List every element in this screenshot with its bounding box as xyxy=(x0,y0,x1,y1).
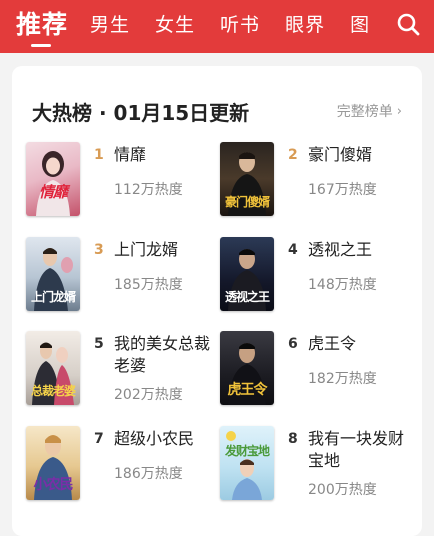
rank-number: 6 xyxy=(288,336,298,352)
book-item[interactable]: 总裁老婆 5 我的美女总裁老婆 202万热度 xyxy=(26,331,216,411)
book-item[interactable]: 豪门傻婿 2 豪门傻婿 167万热度 xyxy=(220,142,410,222)
rank-number: 4 xyxy=(288,242,298,258)
book-cover[interactable]: 上门龙婿 xyxy=(26,237,80,311)
cover-figure-icon xyxy=(226,431,262,500)
book-cover[interactable]: 情靡 xyxy=(26,142,80,216)
heat-count: 148万热度 xyxy=(308,277,377,293)
cover-figure-icon xyxy=(36,151,70,216)
heat-count: 202万热度 xyxy=(114,387,183,403)
heat-count: 186万热度 xyxy=(114,466,183,482)
full-ranking-link[interactable]: 完整榜单 › xyxy=(337,101,402,121)
tab-row: 推荐 男生 女生 听书 眼界 图 xyxy=(16,6,395,40)
ranking-title: 大热榜 · 01月15日更新 xyxy=(32,100,250,125)
heat-count: 200万热度 xyxy=(308,482,377,498)
book-title: 虎王令 xyxy=(308,334,357,353)
rank-number: 5 xyxy=(94,336,104,352)
heat-count: 182万热度 xyxy=(308,371,377,387)
search-button[interactable] xyxy=(392,8,424,40)
heat-count: 185万热度 xyxy=(114,277,183,293)
cover-text: 虎王令 xyxy=(227,382,268,398)
tab-male[interactable]: 男生 xyxy=(90,10,130,37)
rank-number: 3 xyxy=(94,242,104,258)
cover-text: 小农民 xyxy=(33,477,74,493)
book-cover[interactable]: 虎王令 xyxy=(220,331,274,405)
top-nav-bar: 推荐 男生 女生 听书 眼界 图 xyxy=(0,0,434,53)
book-item[interactable]: 情靡 1 情靡 112万热度 xyxy=(26,142,216,222)
tab-horizon[interactable]: 眼界 xyxy=(285,10,325,37)
book-item[interactable]: 小农民 7 超级小农民 186万热度 xyxy=(26,426,216,506)
hot-ranking-card: 大热榜 · 01月15日更新 完整榜单 › 情靡 1 情靡 112万热度 豪门傻… xyxy=(12,66,422,536)
ranking-header: 大热榜 · 01月15日更新 完整榜单 › xyxy=(32,96,402,126)
heat-count: 167万热度 xyxy=(308,182,377,198)
book-item[interactable]: 虎王令 6 虎王令 182万热度 xyxy=(220,331,410,411)
search-icon xyxy=(397,13,420,36)
book-title: 我有一块发财宝地 xyxy=(308,429,405,470)
active-tab-indicator xyxy=(31,44,51,47)
book-item[interactable]: 上门龙婿 3 上门龙婿 185万热度 xyxy=(26,237,216,317)
rank-number: 1 xyxy=(94,147,104,163)
book-cover[interactable]: 豪门傻婿 xyxy=(220,142,274,216)
rank-number: 2 xyxy=(288,147,298,163)
cover-text: 上门龙婿 xyxy=(30,290,76,304)
book-cover[interactable]: 总裁老婆 xyxy=(26,331,80,405)
book-title: 我的美女总裁老婆 xyxy=(114,334,211,375)
tab-female[interactable]: 女生 xyxy=(155,10,195,37)
rank-number: 7 xyxy=(94,431,104,447)
book-title: 超级小农民 xyxy=(114,429,195,448)
cover-text: 总裁老婆 xyxy=(30,384,76,398)
tab-recommend[interactable]: 推荐 xyxy=(16,5,68,41)
book-title: 情靡 xyxy=(114,145,147,164)
book-title: 上门龙婿 xyxy=(114,240,179,259)
book-cover[interactable]: 发财宝地 xyxy=(220,426,274,500)
tab-audiobook[interactable]: 听书 xyxy=(220,10,260,37)
cover-text: 发财宝地 xyxy=(224,444,270,458)
heat-count: 112万热度 xyxy=(114,182,183,198)
cover-text: 透视之王 xyxy=(224,290,270,304)
full-ranking-label: 完整榜单 xyxy=(336,104,393,120)
rank-number: 8 xyxy=(288,431,298,447)
chevron-right-icon: › xyxy=(396,103,402,119)
book-item[interactable]: 透视之王 4 透视之王 148万热度 xyxy=(220,237,410,317)
book-cover[interactable]: 小农民 xyxy=(26,426,80,500)
book-cover[interactable]: 透视之王 xyxy=(220,237,274,311)
book-title: 豪门傻婿 xyxy=(308,145,373,164)
book-title: 透视之王 xyxy=(308,240,373,259)
cover-text: 豪门傻婿 xyxy=(224,195,270,209)
cover-text: 情靡 xyxy=(38,183,68,201)
book-item[interactable]: 发财宝地 8 我有一块发财宝地 200万热度 xyxy=(220,426,410,506)
